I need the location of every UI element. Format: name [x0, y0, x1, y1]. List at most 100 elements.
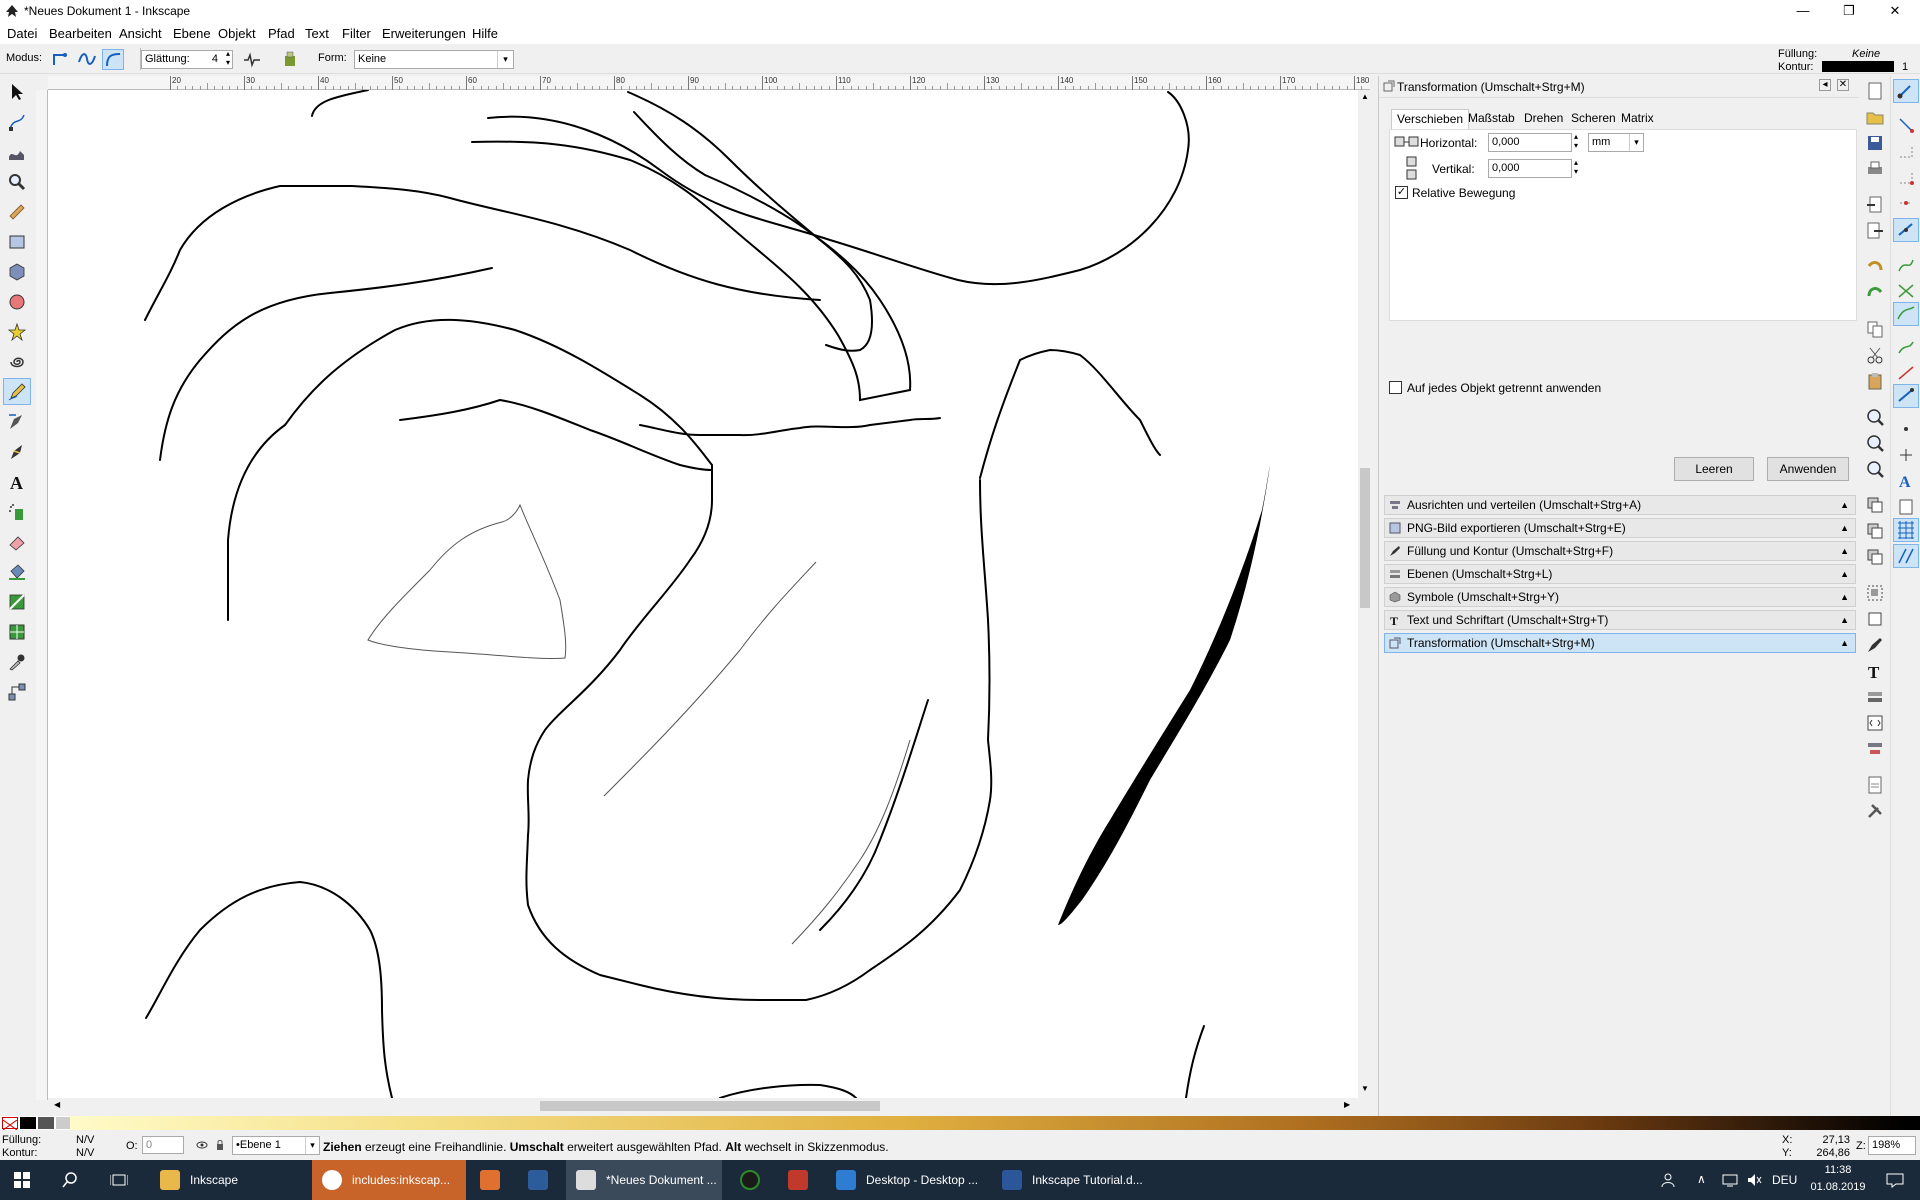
mode-regular-bezier-button[interactable]: [50, 49, 72, 70]
light-gray-swatch[interactable]: [56, 1117, 70, 1129]
scroll-down-icon[interactable]: ▼: [1361, 1084, 1369, 1093]
tab-matrix[interactable]: Matrix: [1616, 109, 1659, 129]
node-tool[interactable]: [3, 108, 31, 135]
relative-move-checkbox[interactable]: ✓: [1395, 186, 1408, 199]
people-icon[interactable]: [1660, 1172, 1676, 1188]
restore-button[interactable]: ❐: [1826, 0, 1872, 22]
freehand-path[interactable]: [471, 111, 912, 402]
snap-grid-button[interactable]: [1893, 518, 1919, 542]
new-document-icon[interactable]: [1866, 82, 1884, 100]
export-icon[interactable]: [1866, 222, 1884, 240]
apply-button[interactable]: Anwenden: [1767, 457, 1849, 481]
network-icon[interactable]: [1722, 1172, 1738, 1188]
redo-icon[interactable]: [1866, 284, 1884, 302]
save-icon[interactable]: [1866, 134, 1884, 152]
dock-item-png-export[interactable]: PNG-Bild exportieren (Umschalt+Strg+E) ▲: [1384, 518, 1856, 538]
horizontal-spinner[interactable]: ▴ ▾: [1574, 132, 1578, 150]
menu-pfad[interactable]: Pfad: [268, 26, 295, 41]
taskbar-app-red[interactable]: [778, 1160, 824, 1200]
smoothing-spinner[interactable]: ▴ ▾: [226, 49, 230, 67]
taskbar-app-fox[interactable]: [470, 1160, 516, 1200]
menu-filter[interactable]: Filter: [342, 26, 371, 41]
taskbar-app-green[interactable]: [730, 1160, 776, 1200]
snap-others-button[interactable]: [1893, 384, 1919, 408]
freehand-path[interactable]: [144, 185, 821, 321]
taskbar-inkscape-folder[interactable]: Inkscape: [150, 1160, 310, 1200]
pressure-icon[interactable]: [242, 52, 262, 68]
snap-rotation-center-icon[interactable]: [1897, 446, 1915, 464]
freehand-path[interactable]: [159, 267, 493, 461]
snap-path-icon[interactable]: [1897, 256, 1915, 274]
thin-freehand-path[interactable]: [791, 739, 911, 945]
freehand-path[interactable]: [819, 699, 929, 931]
mode-bspline-button[interactable]: [102, 49, 124, 70]
minimize-button[interactable]: —: [1780, 0, 1826, 22]
taskbar-remote-desktop[interactable]: Desktop - Desktop ...: [826, 1160, 986, 1200]
pencil-tool[interactable]: [3, 378, 31, 405]
dock-item-text-font[interactable]: T Text und Schriftart (Umschalt+Strg+T) ▲: [1384, 610, 1856, 630]
vertical-scroll-thumb[interactable]: [1360, 468, 1370, 608]
task-view-icon[interactable]: [110, 1172, 128, 1188]
notification-icon[interactable]: [1886, 1172, 1904, 1188]
unlink-clone-icon[interactable]: [1866, 548, 1884, 566]
measure-tool[interactable]: [3, 198, 31, 225]
apply-each-checkbox[interactable]: [1389, 381, 1402, 394]
vertical-spinner[interactable]: ▴ ▾: [1574, 158, 1578, 176]
snap-smooth-icon[interactable]: [1897, 338, 1915, 356]
snap-bbox-corner-icon[interactable]: [1897, 168, 1915, 186]
freehand-path[interactable]: [399, 398, 713, 471]
dock-item-align[interactable]: Ausrichten und verteilen (Umschalt+Strg+…: [1384, 495, 1856, 515]
snap-guides-button[interactable]: [1893, 544, 1919, 568]
snap-cusp-button[interactable]: [1893, 302, 1919, 326]
volume-muted-icon[interactable]: [1746, 1172, 1762, 1188]
snap-midpoint-icon[interactable]: [1897, 364, 1915, 382]
menu-erweiterungen[interactable]: Erweiterungen: [382, 26, 466, 41]
bucket-tool[interactable]: [3, 558, 31, 585]
unit-select[interactable]: mm ▾: [1588, 133, 1644, 152]
snap-toggle-button[interactable]: [1893, 79, 1919, 103]
menu-ansicht[interactable]: Ansicht: [119, 26, 162, 41]
menu-datei[interactable]: Datei: [7, 26, 37, 41]
zoom-selection-icon[interactable]: [1866, 408, 1884, 426]
scroll-right-icon[interactable]: ▶: [1344, 1100, 1350, 1109]
fill-stroke-dialog-icon[interactable]: [1866, 636, 1884, 654]
horizontal-input[interactable]: 0,000: [1488, 133, 1572, 152]
calligraphy-stroke[interactable]: [1058, 465, 1270, 925]
dock-item-fill-stroke[interactable]: Füllung und Kontur (Umschalt+Strg+F) ▲: [1384, 541, 1856, 561]
xml-editor-icon[interactable]: [1866, 714, 1884, 732]
no-paint-swatch[interactable]: [2, 1117, 18, 1131]
ungroup-icon[interactable]: [1866, 610, 1884, 628]
vertical-scrollbar[interactable]: ▲ ▼: [1358, 90, 1372, 1098]
spiral-tool[interactable]: [3, 348, 31, 375]
scroll-up-icon[interactable]: ▲: [1361, 92, 1369, 101]
zoom-drawing-icon[interactable]: [1866, 434, 1884, 452]
selector-tool[interactable]: [3, 78, 31, 105]
snap-page-border-icon[interactable]: [1897, 498, 1915, 516]
clock-time[interactable]: 11:38: [1808, 1164, 1868, 1176]
zoom-page-icon[interactable]: [1866, 460, 1884, 478]
chevron-up-icon[interactable]: ∧: [1697, 1172, 1706, 1186]
menu-hilfe[interactable]: Hilfe: [472, 26, 498, 41]
freehand-path[interactable]: [145, 880, 393, 1098]
snap-bbox-midpoint-icon[interactable]: [1897, 194, 1915, 212]
gradient-tool[interactable]: [3, 588, 31, 615]
dock-item-transform[interactable]: Transformation (Umschalt+Strg+M) ▲: [1384, 633, 1856, 653]
freehand-path[interactable]: [979, 348, 1161, 479]
fill-stroke-indicator[interactable]: Füllung: Keine Kontur: 1: [1776, 46, 1920, 74]
gray-swatch[interactable]: [38, 1117, 54, 1129]
star-tool[interactable]: [3, 318, 31, 345]
document-properties-icon[interactable]: [1866, 776, 1884, 794]
freehand-path[interactable]: [1185, 1025, 1205, 1098]
clone-icon[interactable]: [1866, 522, 1884, 540]
black-swatch[interactable]: [20, 1117, 36, 1129]
snap-nodes-button[interactable]: [1893, 218, 1919, 242]
connector-tool[interactable]: [3, 678, 31, 705]
menu-objekt[interactable]: Objekt: [218, 26, 256, 41]
paste-shape-icon[interactable]: [282, 50, 298, 68]
freehand-path[interactable]: [719, 1083, 857, 1098]
menu-ebene[interactable]: Ebene: [173, 26, 211, 41]
spray-tool[interactable]: [3, 498, 31, 525]
open-folder-icon[interactable]: [1866, 108, 1884, 126]
clock-date[interactable]: 01.08.2019: [1804, 1181, 1872, 1193]
taskbar-inkscape-window[interactable]: *Neues Dokument ...: [566, 1160, 722, 1200]
